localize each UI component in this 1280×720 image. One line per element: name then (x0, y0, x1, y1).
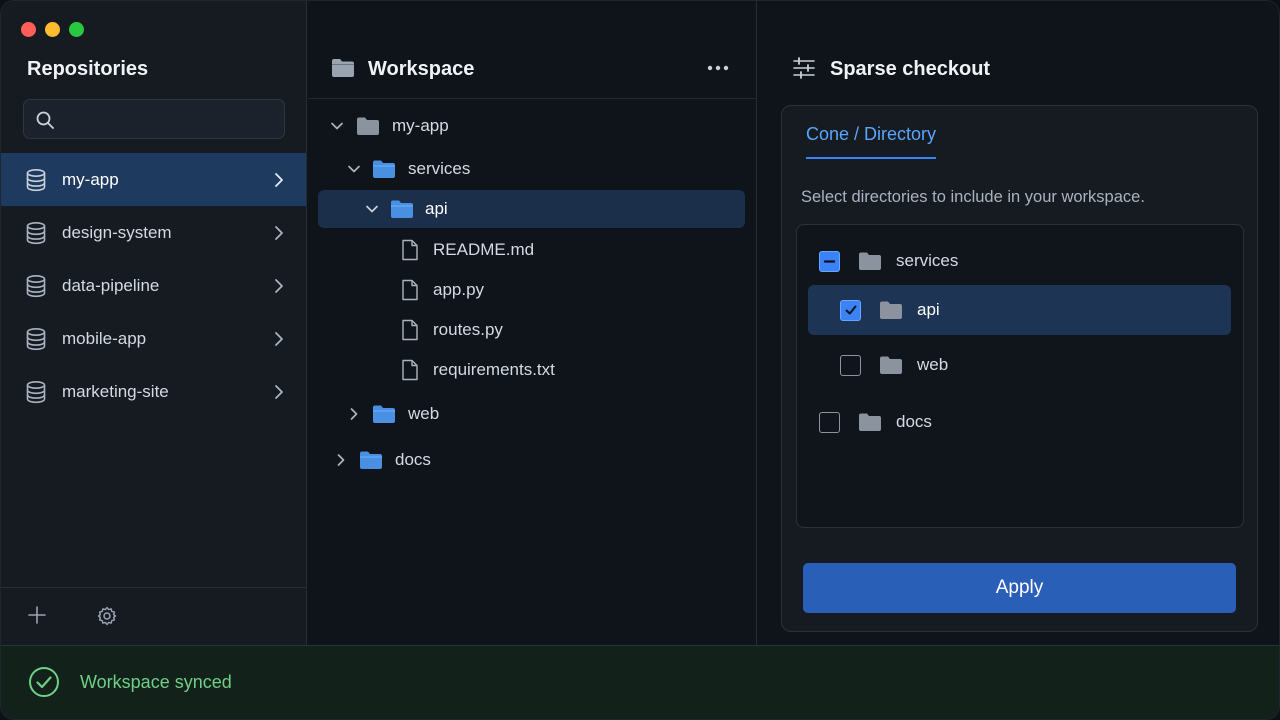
chevron-right-icon (275, 226, 283, 240)
window-controls (21, 22, 84, 37)
tree-label: api (425, 199, 448, 218)
checkbox-docs[interactable] (819, 411, 840, 433)
chevron-right-icon[interactable] (347, 407, 361, 421)
folder-icon (373, 160, 395, 178)
tree-folder-services[interactable]: services (347, 150, 470, 188)
dir-label: docs (896, 412, 932, 431)
tree-label: docs (395, 450, 431, 469)
tree-file[interactable]: README.md (401, 231, 534, 269)
search-input[interactable] (23, 99, 285, 139)
chevron-right-icon (275, 385, 283, 399)
search-icon (36, 111, 54, 129)
dir-item-web[interactable]: web (840, 340, 948, 390)
dir-label: api (917, 300, 940, 319)
folder-icon (880, 356, 902, 374)
gear-icon[interactable] (96, 605, 118, 627)
database-icon (26, 221, 46, 244)
tree-label: web (408, 404, 440, 423)
minus-icon (823, 259, 836, 263)
chevron-right-icon (275, 279, 283, 293)
tree-label: app.py (433, 280, 485, 299)
chevron-right-icon (275, 332, 283, 346)
file-icon (402, 319, 418, 341)
chevron-down-icon[interactable] (330, 119, 344, 133)
repo-item-my-app[interactable]: my-app (1, 153, 306, 206)
maximize-window-button[interactable] (69, 22, 84, 37)
tree-label: services (408, 159, 471, 178)
database-icon (26, 168, 46, 191)
status-message: Workspace synced (80, 672, 232, 692)
folder-icon (391, 200, 413, 218)
folder-icon (859, 252, 881, 270)
repo-item-mobile-app[interactable]: mobile-app (1, 312, 306, 365)
directory-list: services api web docs (796, 224, 1244, 528)
database-icon (26, 380, 46, 403)
dir-label: web (917, 355, 949, 374)
close-window-button[interactable] (21, 22, 36, 37)
dir-item-docs[interactable]: docs (819, 397, 932, 447)
workspace-header: Workspace (308, 1, 757, 99)
tree-file[interactable]: app.py (401, 271, 484, 309)
dir-item-api[interactable]: api (808, 285, 1231, 335)
checkbox-web[interactable] (840, 354, 861, 376)
sidebar: Repositories my-app design-system data-p… (1, 1, 307, 645)
plus-icon[interactable] (26, 604, 48, 626)
repo-label: mobile-app (62, 328, 147, 348)
sparse-checkout-card: Cone / Directory Select directories to i… (781, 105, 1258, 632)
sidebar-title: Repositories (27, 58, 149, 80)
tree-folder-my-app[interactable]: my-app (330, 107, 449, 145)
tree-label: README.md (433, 240, 535, 259)
sparse-description: Select directories to include in your wo… (801, 188, 1145, 206)
dir-label: services (896, 251, 959, 270)
tree-file[interactable]: requirements.txt (401, 351, 555, 389)
folder-icon (360, 451, 382, 469)
folder-icon (859, 413, 881, 431)
app-window: Repositories my-app design-system data-p… (0, 0, 1280, 720)
repo-item-marketing-site[interactable]: marketing-site (1, 365, 306, 418)
database-icon (26, 274, 46, 297)
chevron-right-icon (275, 173, 283, 187)
sparse-checkout-panel: Sparse checkout Cone / Directory Select … (758, 1, 1279, 645)
more-options-icon[interactable] (706, 59, 730, 77)
repo-list: my-app design-system data-pipeline mobil… (1, 153, 306, 418)
workspace-title: Workspace (368, 58, 475, 80)
repo-item-data-pipeline[interactable]: data-pipeline (1, 259, 306, 312)
repo-label: data-pipeline (62, 275, 160, 295)
chevron-down-icon[interactable] (365, 202, 379, 216)
tree-folder-docs[interactable]: docs (334, 441, 431, 479)
database-icon (26, 327, 46, 350)
tree-label: routes.py (433, 320, 503, 339)
check-circle-icon (29, 667, 59, 697)
tree-folder-api[interactable]: api (318, 190, 745, 228)
chevron-down-icon[interactable] (347, 162, 361, 176)
sparse-checkout-title: Sparse checkout (830, 58, 991, 80)
apply-button[interactable]: Apply (803, 563, 1236, 613)
checkbox-services[interactable] (819, 250, 840, 272)
workspace-panel: Workspace my-app services api README.md … (308, 1, 757, 645)
file-icon (402, 359, 418, 381)
dir-item-services[interactable]: services (819, 236, 958, 286)
folder-icon (357, 117, 379, 135)
repo-label: marketing-site (62, 381, 169, 401)
file-icon (402, 279, 418, 301)
tree-file[interactable]: routes.py (401, 311, 503, 349)
tree-label: requirements.txt (433, 360, 555, 379)
tree-folder-web[interactable]: web (347, 395, 439, 433)
sidebar-divider (1, 587, 306, 588)
folder-icon (332, 59, 354, 77)
minimize-window-button[interactable] (45, 22, 60, 37)
check-icon (845, 305, 856, 315)
tab-cone-directory[interactable]: Cone / Directory (806, 124, 937, 159)
folder-icon (880, 301, 902, 319)
repo-label: design-system (62, 222, 172, 242)
status-bar: Workspace synced (1, 645, 1279, 719)
checkbox-api[interactable] (840, 299, 861, 321)
tree-label: my-app (392, 116, 449, 135)
folder-icon (373, 405, 395, 423)
chevron-right-icon[interactable] (334, 453, 348, 467)
file-icon (402, 239, 418, 261)
sliders-icon (793, 57, 815, 79)
repo-item-design-system[interactable]: design-system (1, 206, 306, 259)
repo-label: my-app (62, 169, 119, 189)
